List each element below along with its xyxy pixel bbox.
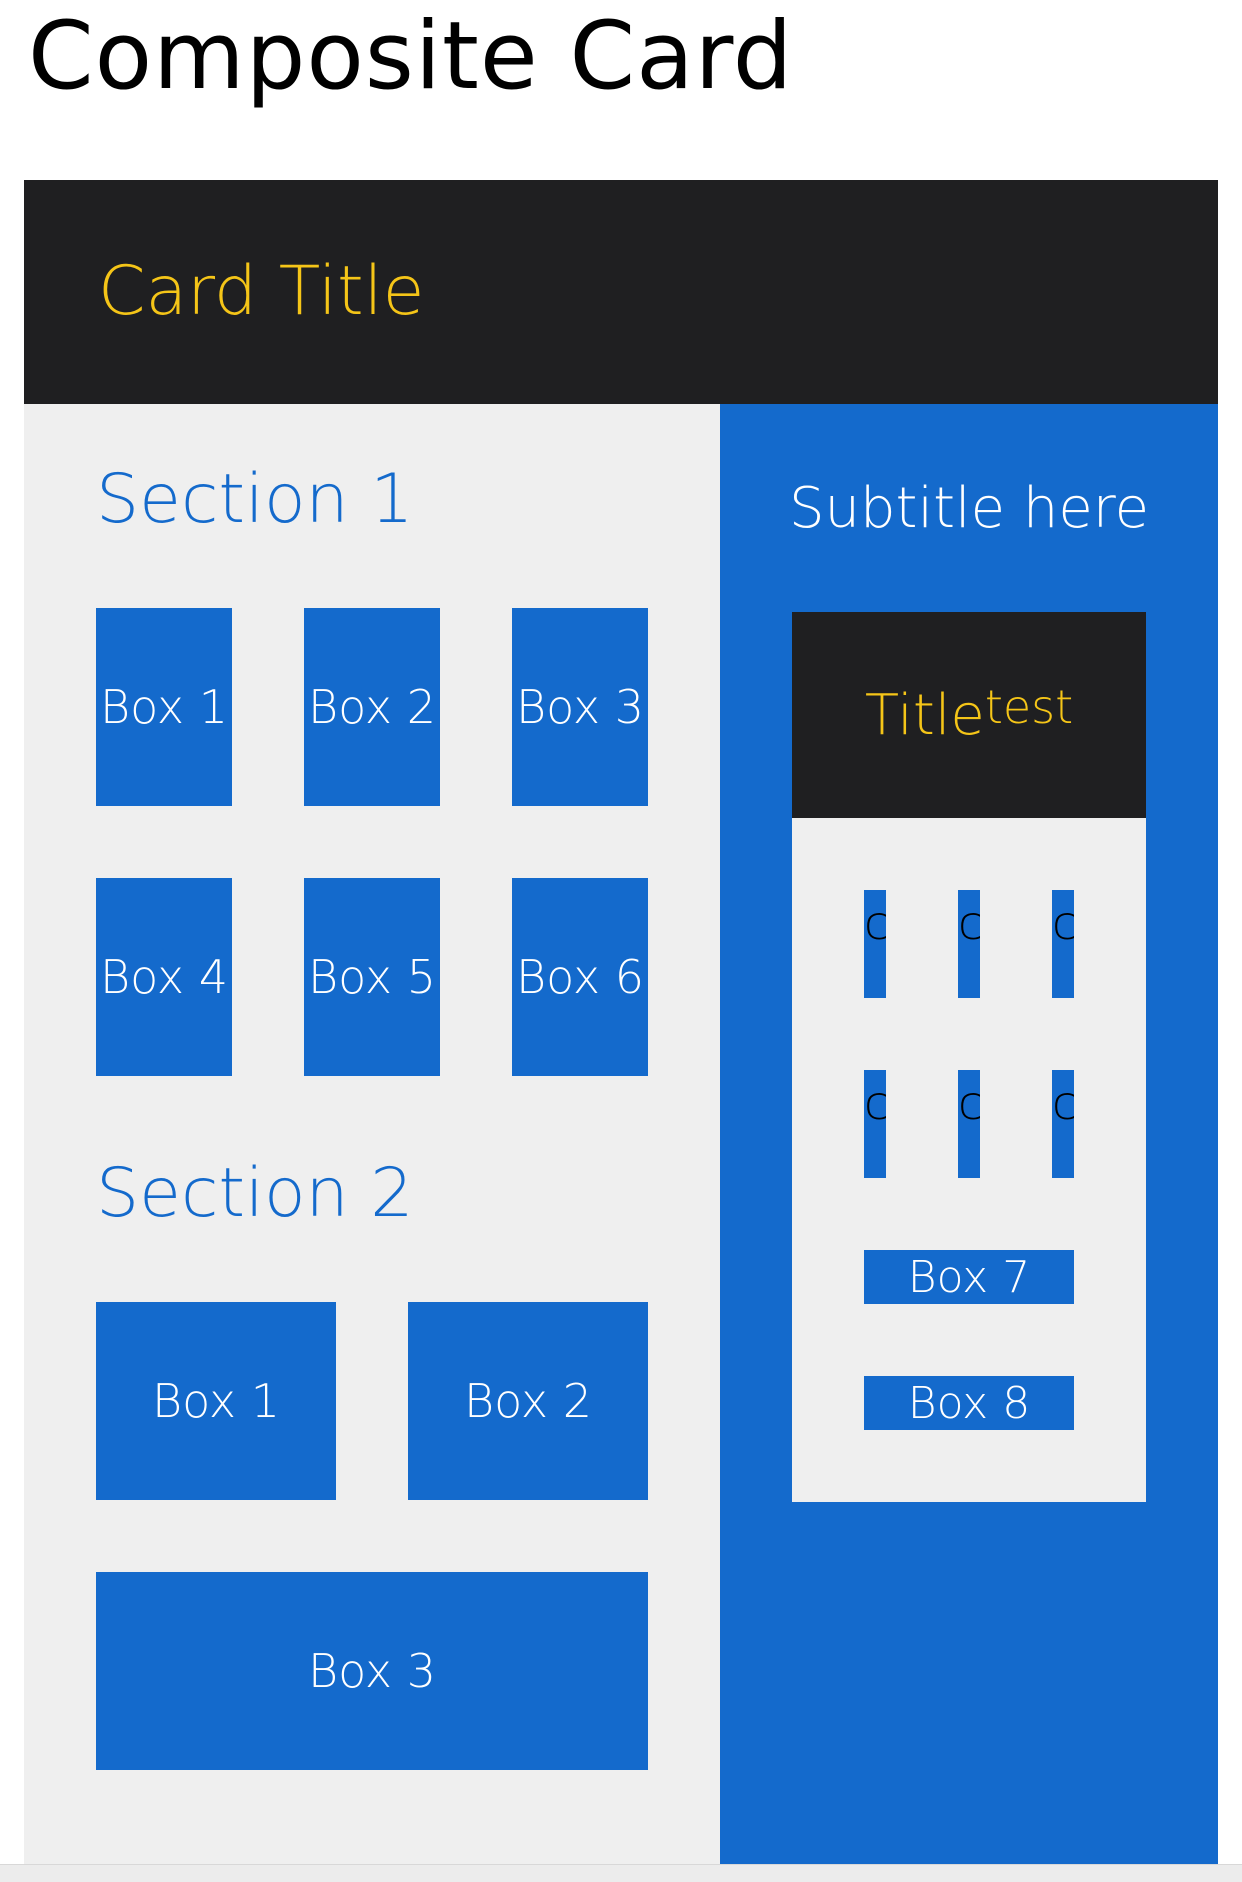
inner-card-header: Title test bbox=[792, 612, 1146, 818]
box-7[interactable]: Box 7 bbox=[864, 1250, 1074, 1304]
mini-box-label: c bbox=[1052, 1076, 1074, 1130]
section-1-box-4[interactable]: Box 4 bbox=[96, 878, 232, 1076]
inner-card-body: c c c c c c Box 7 Box 8 bbox=[792, 818, 1146, 1502]
composite-card: Card Title Section 1 Box 1 Box 2 Box 3 B… bbox=[24, 180, 1218, 1864]
box-8[interactable]: Box 8 bbox=[864, 1376, 1074, 1430]
section-2-box-3[interactable]: Box 3 bbox=[96, 1572, 648, 1770]
bottom-edge bbox=[0, 1864, 1242, 1882]
section-1-box-3[interactable]: Box 3 bbox=[512, 608, 648, 806]
mini-box-6[interactable]: c bbox=[1052, 1070, 1074, 1178]
section-1-box-1[interactable]: Box 1 bbox=[96, 608, 232, 806]
section-1-box-2[interactable]: Box 2 bbox=[304, 608, 440, 806]
mini-box-label: c bbox=[1052, 896, 1074, 950]
inner-card-title: Title bbox=[864, 682, 985, 748]
mini-box-5[interactable]: c bbox=[958, 1070, 980, 1178]
mini-box-label: c bbox=[958, 1076, 980, 1130]
section-2-box-2[interactable]: Box 2 bbox=[408, 1302, 648, 1500]
mini-box-1[interactable]: c bbox=[864, 890, 886, 998]
section-2-box-1[interactable]: Box 1 bbox=[96, 1302, 336, 1500]
section-1-box-6[interactable]: Box 6 bbox=[512, 878, 648, 1076]
inner-card: Title test c c c c c c Box 7 Box 8 bbox=[792, 612, 1146, 1502]
inner-card-title-suffix: test bbox=[984, 680, 1074, 734]
mini-box-3[interactable]: c bbox=[1052, 890, 1074, 998]
subtitle: Subtitle here bbox=[788, 476, 1150, 541]
card-title: Card Title bbox=[98, 252, 425, 331]
mini-box-label: c bbox=[958, 896, 980, 950]
mini-box-4[interactable]: c bbox=[864, 1070, 886, 1178]
mini-box-label: c bbox=[864, 896, 886, 950]
mini-box-label: c bbox=[864, 1076, 886, 1130]
right-panel: Subtitle here Title test c c c c c c Box … bbox=[720, 404, 1218, 1864]
page-title: Composite Card bbox=[28, 2, 794, 111]
section-2-title: Section 2 bbox=[96, 1154, 414, 1233]
mini-box-2[interactable]: c bbox=[958, 890, 980, 998]
section-1-box-5[interactable]: Box 5 bbox=[304, 878, 440, 1076]
card-header: Card Title bbox=[24, 180, 1218, 404]
section-1-title: Section 1 bbox=[96, 460, 414, 539]
left-panel: Section 1 Box 1 Box 2 Box 3 Box 4 Box 5 … bbox=[24, 404, 720, 1864]
